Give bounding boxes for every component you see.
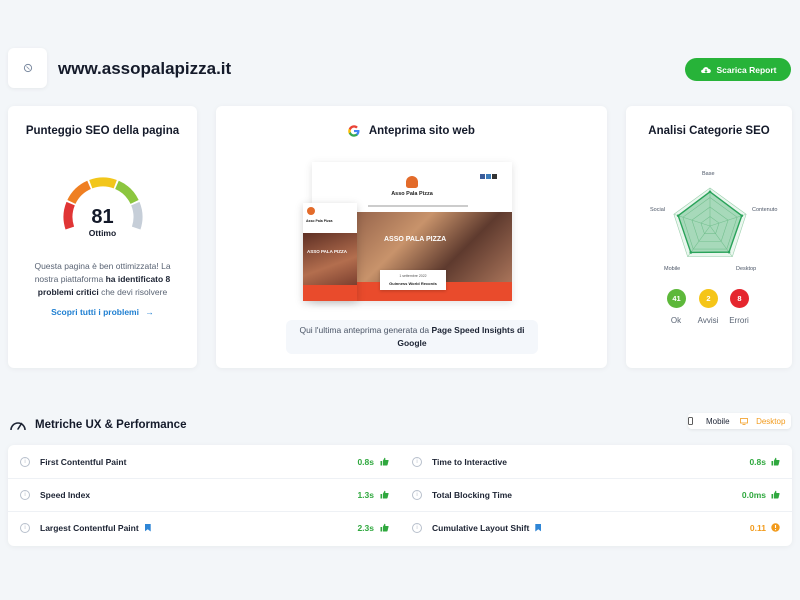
warning-count-badge: 2 (699, 289, 718, 308)
info-icon[interactable]: i (412, 489, 422, 500)
metric-value: 0.11 (749, 523, 766, 533)
info-icon[interactable]: i (412, 456, 422, 467)
metric-row: i Time to Interactive (412, 445, 507, 478)
thumbs-up-icon (380, 490, 389, 499)
seo-score-value: 81 (91, 206, 114, 228)
bookmark-icon (144, 523, 151, 532)
mock-nav (368, 205, 468, 207)
preview-caption-text: Qui l'ultima anteprima generata da (299, 325, 432, 335)
seo-desc-end: che devi risolvere (98, 287, 168, 297)
radar-point (727, 250, 731, 254)
bookmark-icon (535, 523, 542, 532)
seo-score-title: Punteggio SEO della pagina (25, 125, 180, 137)
seo-score-rating: Ottimo (88, 228, 117, 238)
metric-row: i First Contentful Paint (20, 445, 126, 478)
metric-name: Time to Interactive (432, 456, 507, 467)
site-favicon (8, 48, 47, 88)
performance-title: Metriche UX & Performance (35, 419, 187, 431)
mobile-toggle-label: Mobile (705, 416, 730, 426)
metrics-panel: i First Contentful Paint 0.8s i Speed In… (8, 445, 792, 546)
discover-problems-label: Scopri tutti i problemi (51, 307, 139, 317)
speedometer-icon (10, 422, 26, 431)
metric-value: 0.8s (357, 457, 374, 467)
discover-problems-link[interactable]: Scopri tutti i problemi → (8, 307, 197, 317)
cloud-download-icon (700, 67, 711, 73)
mock-site-title: Asso Pala Pizza (391, 191, 433, 197)
mock-news-card: 1 settembre 2022 Guinness World Records (380, 270, 446, 290)
info-icon[interactable]: i (412, 522, 422, 533)
categories-radar-chart: Base Contenuto Desktop Mobile Social (650, 171, 777, 278)
thumbs-up-icon (380, 457, 389, 466)
phone-icon (688, 417, 693, 425)
mock-hero-title: ASSO PALA PIZZA (384, 236, 447, 243)
metric-name: First Contentful Paint (40, 456, 127, 467)
metric-value: 1.3s (357, 490, 374, 500)
metric-row: i Cumulative Layout Shift (412, 511, 542, 544)
radar-point (740, 214, 744, 217)
mobile-site-title: Asso Pala Pizza (306, 219, 333, 223)
metric-name: Largest Contentful Paint (40, 522, 139, 533)
metric-name: Total Blocking Time (432, 489, 512, 500)
radar-point (708, 190, 712, 194)
warning-circle-icon (771, 523, 780, 532)
mobile-hero-title: ASSO PALA PIZZA (307, 249, 348, 254)
thumbs-up-icon (380, 523, 389, 532)
gauge-segment-yellow (89, 177, 117, 189)
gauge-segment-green (114, 180, 139, 205)
radar-label-social: Social (650, 207, 665, 213)
metric-row: i Largest Contentful Paint (20, 511, 151, 544)
mock-card-date: 1 settembre 2022 (399, 274, 427, 278)
metric-value: 0.0ms (741, 490, 766, 500)
mobile-logo-icon (307, 207, 315, 215)
radar-point (676, 214, 680, 217)
arrow-right-icon: → (145, 307, 154, 317)
website-preview-card: Anteprima sito web Asso Pala Pizza ASSO … (216, 106, 607, 368)
metric-name: Cumulative Layout Shift (432, 522, 530, 533)
metric-row: i Speed Index (20, 478, 90, 511)
google-icon (348, 125, 360, 137)
download-report-button[interactable]: Scarica Report (685, 58, 791, 81)
seo-score-card: Punteggio SEO della pagina 81 Ottimo Que… (8, 106, 197, 368)
gauge-segment-orange (67, 180, 92, 205)
radar-point (689, 251, 693, 254)
seo-score-description: Questa pagina è ben ottimizzata! La nost… (22, 260, 183, 299)
site-name: www.assopalapizza.it (58, 59, 232, 78)
error-label: Errori (729, 316, 749, 325)
mobile-preview-screenshot: Asso Pala Pizza ASSO PALA PIZZA (303, 203, 357, 301)
error-count-badge: 8 (730, 289, 749, 308)
preview-title: Anteprima sito web (216, 125, 607, 137)
pizza-logo-icon (406, 176, 418, 188)
info-icon[interactable]: i (20, 489, 30, 500)
ok-count-badge: 41 (667, 289, 686, 308)
radar-label-base: Base (702, 171, 715, 177)
download-report-label: Scarica Report (716, 64, 777, 75)
info-icon[interactable]: i (20, 522, 30, 533)
radar-label-desktop: Desktop (736, 266, 757, 272)
seo-categories-card: Analisi Categorie SEO Base Contenuto Des… (626, 106, 792, 368)
mobile-toggle[interactable]: Mobile (688, 413, 740, 429)
radar-score-shape (677, 190, 743, 254)
info-icon[interactable]: i (20, 456, 30, 467)
mock-card-title: Guinness World Records (389, 281, 437, 286)
desktop-toggle-label: Desktop (756, 416, 786, 426)
preview-caption: Qui l'ultima anteprima generata da Page … (286, 320, 538, 354)
thumbs-up-icon (771, 457, 780, 466)
metric-row: i Total Blocking Time (412, 478, 512, 511)
globe-icon (23, 63, 32, 73)
device-toggle: Mobile Desktop (688, 413, 791, 429)
metric-value: 0.8s (749, 457, 766, 467)
mobile-hero (303, 233, 357, 285)
metric-name: Speed Index (40, 489, 91, 500)
radar-label-mobile: Mobile (664, 266, 681, 272)
monitor-icon (739, 417, 748, 425)
categories-title: Analisi Categorie SEO (648, 125, 770, 137)
desktop-toggle[interactable]: Desktop (739, 413, 792, 429)
preview-title-label: Anteprima sito web (368, 125, 475, 138)
thumbs-up-icon (771, 490, 780, 499)
mobile-red-band (303, 285, 357, 301)
metric-value: 2.3s (357, 523, 374, 533)
social-icons (480, 166, 500, 179)
radar-label-content: Contenuto (752, 207, 778, 213)
